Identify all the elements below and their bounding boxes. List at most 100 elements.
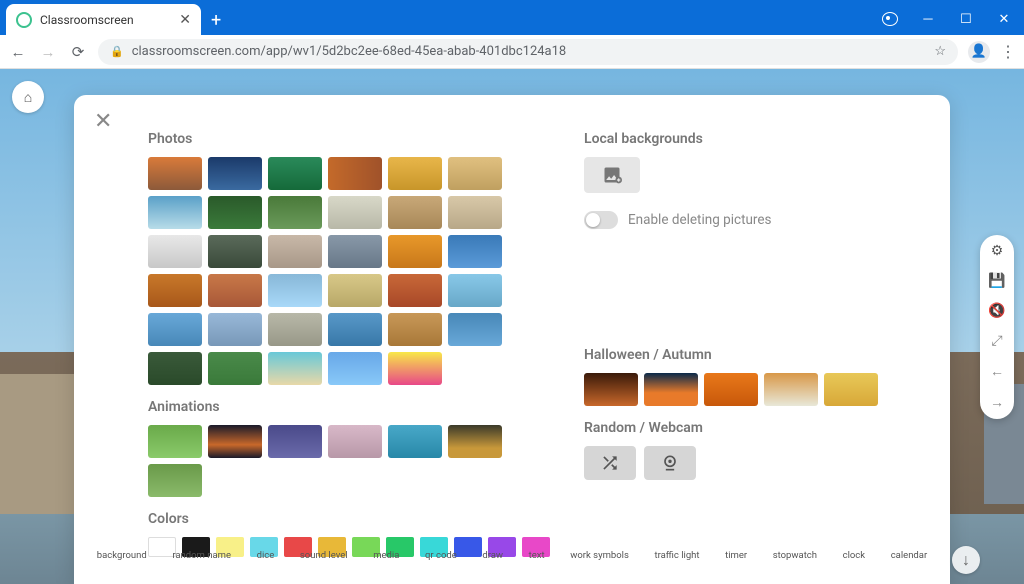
photo-thumb[interactable] (208, 352, 262, 385)
widget-item[interactable]: dice (257, 550, 275, 561)
window-controls: ─ ☐ ✕ (870, 11, 1024, 35)
forward-icon: → (38, 43, 58, 61)
halloween-thumb[interactable] (584, 373, 638, 406)
photo-thumb[interactable] (328, 235, 382, 268)
settings-gear-icon[interactable]: ⚙ (991, 243, 1004, 259)
back-icon[interactable]: ← (8, 43, 28, 61)
photo-thumb[interactable] (388, 352, 442, 385)
browser-shield-icon[interactable] (882, 12, 898, 26)
photo-thumb[interactable] (148, 313, 202, 346)
photo-thumb[interactable] (328, 313, 382, 346)
animation-thumb[interactable] (448, 425, 502, 458)
lock-icon: 🔒 (110, 45, 124, 58)
halloween-thumb[interactable] (824, 373, 878, 406)
photo-thumb[interactable] (448, 196, 502, 229)
random-shuffle-button[interactable] (584, 446, 636, 480)
window-close-icon[interactable]: ✕ (996, 12, 1012, 27)
photo-thumb[interactable] (268, 313, 322, 346)
side-tools: ⚙ 💾 🔇 ⤢ ← → (980, 235, 1014, 419)
photo-thumb[interactable] (328, 157, 382, 190)
photo-thumb[interactable] (148, 235, 202, 268)
photo-thumb[interactable] (148, 352, 202, 385)
url-text: classroomscreen.com/app/wv1/5d2bc2ee-68e… (132, 44, 927, 59)
photo-thumb[interactable] (148, 157, 202, 190)
collapse-widgets-button[interactable]: ↓ (952, 546, 980, 574)
photo-thumb[interactable] (268, 352, 322, 385)
new-tab-button[interactable]: + (201, 6, 231, 35)
widget-item[interactable]: media (373, 550, 399, 561)
halloween-thumb[interactable] (764, 373, 818, 406)
photo-thumb[interactable] (208, 313, 262, 346)
animation-thumb[interactable] (208, 425, 262, 458)
bookmark-star-icon[interactable]: ☆ (934, 44, 946, 59)
photo-thumb[interactable] (268, 157, 322, 190)
delete-toggle[interactable] (584, 211, 618, 229)
widget-item[interactable]: traffic light (654, 550, 699, 561)
animation-thumbs-row (148, 425, 550, 497)
photo-thumb[interactable] (448, 235, 502, 268)
photo-thumb[interactable] (448, 157, 502, 190)
window-minimize-icon[interactable]: ─ (920, 11, 936, 27)
background-picker-modal: ✕ Photos Animations Colors Local backgro… (74, 95, 950, 584)
photo-thumb[interactable] (208, 274, 262, 307)
profile-avatar[interactable]: 👤 (968, 41, 990, 63)
widget-item[interactable]: text (529, 550, 545, 561)
random-section-title: Random / Webcam (584, 420, 916, 436)
widget-item[interactable]: work symbols (570, 550, 629, 561)
widget-item[interactable]: qr code (425, 550, 457, 561)
halloween-thumb[interactable] (644, 373, 698, 406)
url-field[interactable]: 🔒 classroomscreen.com/app/wv1/5d2bc2ee-6… (98, 39, 958, 65)
prev-arrow-icon[interactable]: ← (990, 363, 1004, 380)
photo-thumb[interactable] (268, 274, 322, 307)
close-modal-icon[interactable]: ✕ (94, 109, 112, 134)
home-button[interactable]: ⌂ (12, 81, 44, 113)
widget-item[interactable]: calendar (891, 550, 927, 561)
photo-thumb[interactable] (328, 196, 382, 229)
widget-bar: background random name dice sound level medi… (74, 550, 950, 578)
fullscreen-icon[interactable]: ⤢ (991, 333, 1002, 349)
browser-tab[interactable]: Classroomscreen ✕ (6, 4, 201, 35)
photo-thumb[interactable] (208, 235, 262, 268)
widget-item[interactable]: clock (843, 550, 866, 561)
photo-thumb[interactable] (148, 196, 202, 229)
photo-thumb[interactable] (208, 157, 262, 190)
widget-item[interactable]: draw (482, 550, 503, 561)
widget-item[interactable]: stopwatch (773, 550, 817, 561)
animation-thumb[interactable] (388, 425, 442, 458)
widget-item[interactable]: background (97, 550, 147, 561)
mute-icon[interactable]: 🔇 (988, 303, 1005, 319)
photo-thumb[interactable] (448, 274, 502, 307)
photo-thumb[interactable] (388, 196, 442, 229)
animations-section-title: Animations (148, 399, 550, 415)
animation-thumb[interactable] (328, 425, 382, 458)
shuffle-icon (600, 453, 620, 473)
animation-thumb[interactable] (148, 464, 202, 497)
browser-menu-icon[interactable]: ⋮ (1000, 42, 1016, 61)
widget-item[interactable]: timer (725, 550, 747, 561)
animation-thumb[interactable] (268, 425, 322, 458)
next-arrow-icon[interactable]: → (990, 394, 1004, 411)
photo-thumb[interactable] (388, 235, 442, 268)
local-section-title: Local backgrounds (584, 131, 916, 147)
photo-thumb[interactable] (328, 274, 382, 307)
animation-thumb[interactable] (148, 425, 202, 458)
tab-close-icon[interactable]: ✕ (179, 12, 191, 28)
photo-thumb[interactable] (268, 235, 322, 268)
delete-toggle-label: Enable deleting pictures (628, 212, 772, 228)
photo-thumb[interactable] (388, 157, 442, 190)
widget-item[interactable]: random name (172, 550, 231, 561)
webcam-button[interactable] (644, 446, 696, 480)
widget-item[interactable]: sound level (300, 550, 348, 561)
save-floppy-icon[interactable]: 💾 (988, 273, 1005, 289)
reload-icon[interactable]: ⟳ (68, 43, 88, 61)
photo-thumb[interactable] (328, 352, 382, 385)
photo-thumb[interactable] (448, 313, 502, 346)
photo-thumb[interactable] (148, 274, 202, 307)
photo-thumb[interactable] (388, 274, 442, 307)
upload-local-button[interactable] (584, 157, 640, 193)
halloween-thumb[interactable] (704, 373, 758, 406)
photo-thumb[interactable] (268, 196, 322, 229)
photo-thumb[interactable] (208, 196, 262, 229)
photo-thumb[interactable] (388, 313, 442, 346)
window-maximize-icon[interactable]: ☐ (958, 12, 974, 27)
